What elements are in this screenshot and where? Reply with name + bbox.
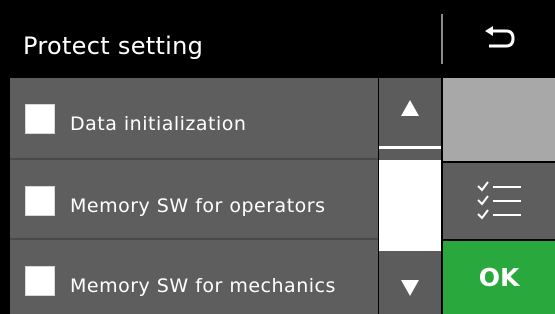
checklist-icon: [477, 181, 521, 220]
list-item-label: Memory SW for mechanics: [70, 275, 336, 297]
scroll-up-button[interactable]: [379, 78, 441, 146]
list-item-memory-sw-operators[interactable]: Memory SW for operators: [10, 158, 378, 236]
triangle-up-icon: [401, 100, 419, 116]
page-title: Protect setting: [23, 32, 204, 60]
list-item-memory-sw-mechanics[interactable]: Memory SW for mechanics: [10, 238, 378, 314]
triangle-down-icon: [401, 280, 419, 296]
protect-setting-list: Data initialization Memory SW for operat…: [10, 78, 378, 314]
ok-button[interactable]: OK: [443, 241, 555, 314]
return-arrow-icon: [485, 26, 515, 48]
scroll-thumb[interactable]: [379, 160, 441, 251]
list-item-label: Memory SW for operators: [70, 195, 326, 217]
checkbox-memory-sw-operators[interactable]: [25, 186, 55, 216]
scrollbar: [379, 78, 441, 314]
list-item-label: Data initialization: [70, 113, 247, 135]
checkbox-data-initialization[interactable]: [25, 104, 55, 134]
checkbox-memory-sw-mechanics[interactable]: [25, 266, 55, 296]
scroll-down-button[interactable]: [379, 254, 441, 314]
disabled-panel: [443, 78, 555, 161]
scroll-track[interactable]: [379, 149, 441, 251]
list-item-data-initialization[interactable]: Data initialization: [10, 78, 378, 156]
title-bar: Protect setting: [0, 0, 555, 78]
action-column: OK: [443, 78, 555, 314]
select-all-button[interactable]: [443, 163, 555, 239]
back-button[interactable]: [443, 14, 555, 64]
